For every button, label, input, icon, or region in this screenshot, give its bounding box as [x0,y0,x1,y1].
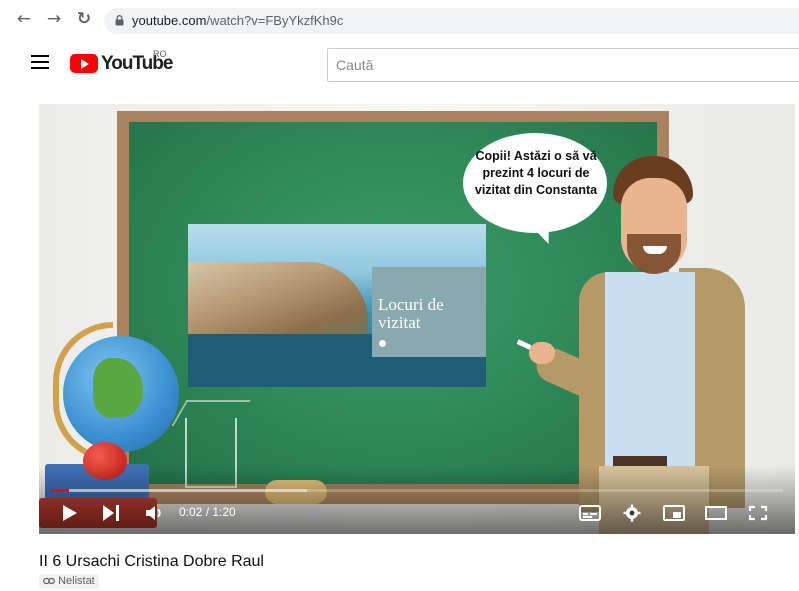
constanta-slide: Locuri de vizitat [188,224,486,387]
theater-icon[interactable] [705,504,727,522]
video-title: II 6 Ursachi Cristina Dobre Raul [39,553,264,570]
url-text: youtube.com/watch?v=FByYkzfKh9c [132,13,343,28]
back-icon[interactable]: ← [14,9,34,29]
slide-title: Locuri de vizitat [378,295,444,332]
country-code: RO [153,49,167,59]
search-input[interactable]: Caută [327,48,799,82]
address-bar[interactable]: youtube.com/watch?v=FByYkzfKh9c [104,8,799,34]
url-path: /watch?v=FByYkzfKh9c [206,13,344,28]
time-display: 0:02 / 1:20 [179,505,236,519]
play-icon[interactable] [63,505,77,521]
volume-icon[interactable] [145,504,167,522]
progress-bar[interactable] [51,489,783,492]
forward-icon[interactable]: → [44,9,64,29]
progress-loaded [51,489,308,492]
youtube-play-logo-icon [70,54,98,73]
visibility-badge: Nelistat [39,574,99,589]
menu-icon[interactable] [31,55,49,69]
youtube-header: YouTube RO Caută [0,40,799,90]
lock-icon [115,15,124,26]
browser-toolbar: ← → ↻ youtube.com/watch?v=FByYkzfKh9c [0,0,799,40]
next-icon-bar [116,505,119,521]
link-icon [43,577,55,585]
speech-bubble-text: Copii! Astăzi o să vă prezint 4 locuri d… [474,149,598,197]
url-host: youtube.com [132,13,207,28]
settings-icon[interactable] [621,504,643,522]
teacher-shirt [605,272,695,472]
fullscreen-icon[interactable] [747,504,769,522]
reload-icon[interactable]: ↻ [74,9,94,29]
progress-played [51,489,70,492]
video-player[interactable]: Locuri de vizitat Copii! Astăzi o să vă … [39,104,795,534]
badge-label: Nelistat [58,575,95,587]
teacher-hand [529,342,555,364]
slide-logo-icon [379,340,386,347]
next-icon[interactable] [103,505,114,521]
controls-gradient [39,466,795,534]
miniplayer-icon[interactable] [663,504,685,522]
subtitles-icon[interactable] [579,504,601,522]
search-placeholder: Caută [336,57,374,73]
